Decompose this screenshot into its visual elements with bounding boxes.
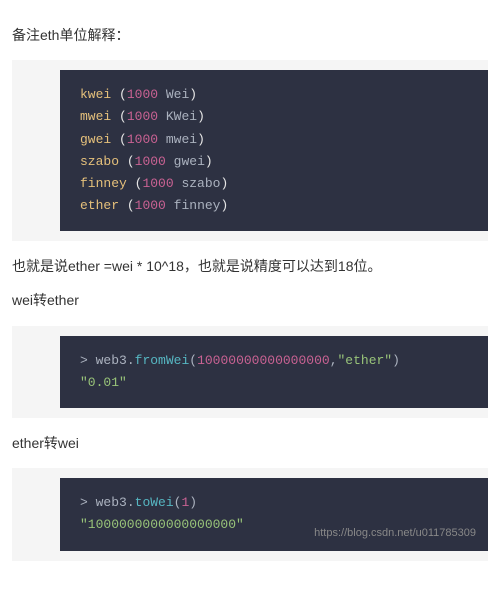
paragraph-ether-to-wei: ether转wei	[12, 432, 488, 454]
result-string: "1000000000000000000"	[80, 517, 244, 532]
prompt: >	[80, 495, 96, 510]
method: fromWei	[135, 353, 190, 368]
object: web3	[96, 495, 127, 510]
row-mwei: mwei (1000 KWei)	[80, 109, 205, 124]
watermark-text: https://blog.csdn.net/u011785309	[314, 524, 476, 543]
unit-inner: szabo	[174, 176, 221, 191]
unit-name: ether	[80, 198, 119, 213]
code-block-fromwei: > web3.fromWei(10000000000000000,"ether"…	[60, 336, 488, 408]
comma: ,	[330, 353, 338, 368]
unit-num: 1000	[127, 87, 158, 102]
unit-inner: gwei	[166, 154, 205, 169]
paren-open: (	[127, 198, 135, 213]
paren-open: (	[119, 109, 127, 124]
paragraph-intro: 备注eth单位解释：	[12, 24, 488, 46]
paren-close: )	[220, 198, 228, 213]
code-wrap-units: kwei (1000 Wei) mwei (1000 KWei) gwei (1…	[12, 60, 488, 241]
paren-close: )	[189, 495, 197, 510]
unit-num: 1000	[135, 198, 166, 213]
code-block-towei: > web3.toWei(1) "1000000000000000000"htt…	[60, 478, 488, 550]
unit-num: 1000	[142, 176, 173, 191]
row-szabo: szabo (1000 gwei)	[80, 154, 213, 169]
paren-open: (	[127, 154, 135, 169]
unit-name: finney	[80, 176, 127, 191]
unit-name: kwei	[80, 87, 111, 102]
method: toWei	[135, 495, 174, 510]
paragraph-precision: 也就是说ether =wei * 10^18，也就是说精度可以达到18位。	[12, 255, 488, 277]
unit-name: szabo	[80, 154, 119, 169]
paren-open: (	[119, 132, 127, 147]
paragraph-wei-to-ether: wei转ether	[12, 289, 488, 311]
unit-num: 1000	[127, 109, 158, 124]
dot: .	[127, 353, 135, 368]
paren-open: (	[189, 353, 197, 368]
paren-close: )	[220, 176, 228, 191]
result-string: "0.01"	[80, 375, 127, 390]
unit-name: mwei	[80, 109, 111, 124]
row-kwei: kwei (1000 Wei)	[80, 87, 197, 102]
unit-num: 1000	[127, 132, 158, 147]
unit-inner: Wei	[158, 87, 189, 102]
paren-close: )	[205, 154, 213, 169]
arg-string: "ether"	[338, 353, 393, 368]
paren-open: (	[119, 87, 127, 102]
unit-inner: finney	[166, 198, 221, 213]
arg-number: 10000000000000000	[197, 353, 330, 368]
prompt: >	[80, 353, 96, 368]
unit-num: 1000	[135, 154, 166, 169]
code-block-units: kwei (1000 Wei) mwei (1000 KWei) gwei (1…	[60, 70, 488, 231]
paren-close: )	[392, 353, 400, 368]
row-finney: finney (1000 szabo)	[80, 176, 228, 191]
paren-close: )	[197, 109, 205, 124]
paren-close: )	[189, 87, 197, 102]
code-wrap-towei: > web3.toWei(1) "1000000000000000000"htt…	[12, 468, 488, 560]
dot: .	[127, 495, 135, 510]
paren-close: )	[197, 132, 205, 147]
row-ether: ether (1000 finney)	[80, 198, 228, 213]
unit-inner: KWei	[158, 109, 197, 124]
unit-inner: mwei	[158, 132, 197, 147]
object: web3	[96, 353, 127, 368]
row-gwei: gwei (1000 mwei)	[80, 132, 205, 147]
code-wrap-fromwei: > web3.fromWei(10000000000000000,"ether"…	[12, 326, 488, 418]
unit-name: gwei	[80, 132, 111, 147]
